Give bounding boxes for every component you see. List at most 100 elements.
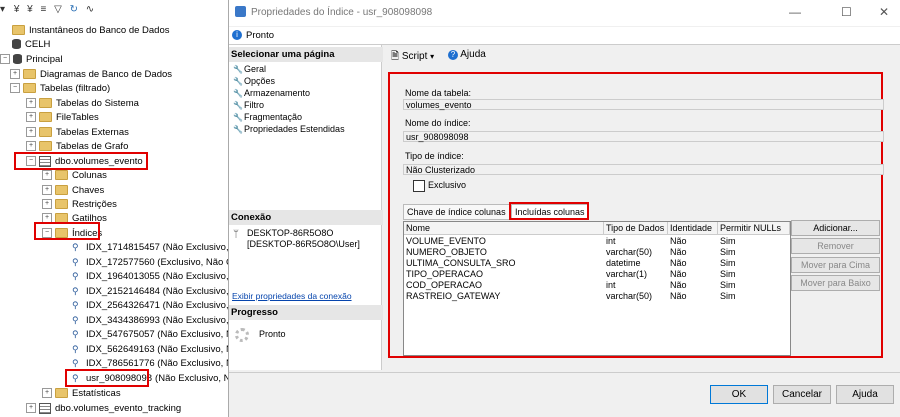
page-item[interactable]: 🔧Armazenamento xyxy=(233,87,310,99)
unique-checkbox[interactable] xyxy=(413,180,425,192)
page-item[interactable]: 🔧Geral xyxy=(233,63,266,75)
expand-icon[interactable]: + xyxy=(26,98,36,109)
tree-node[interactable]: − Tabelas (filtrado) xyxy=(10,82,110,96)
expand-icon[interactable]: + xyxy=(42,388,52,399)
page-item[interactable]: 🔧Fragmentação xyxy=(233,111,302,123)
tree-node-label: Diagramas de Banco de Dados xyxy=(40,69,173,80)
index-icon: ⚲ xyxy=(72,242,79,253)
tree-node-label: IDX_1714815457 (Não Exclusivo, N xyxy=(86,242,239,253)
tab-key-columns[interactable]: Chave de índice colunas xyxy=(403,204,510,220)
disconnect-all-icon[interactable]: ¥ xyxy=(27,4,33,15)
expand-icon[interactable]: + xyxy=(42,199,52,210)
move-down-button[interactable]: Mover para Baixo xyxy=(791,275,880,291)
tree-node[interactable]: + FileTables xyxy=(26,111,99,125)
cancel-button[interactable]: Cancelar xyxy=(773,385,831,404)
tree-node[interactable]: ⚲ IDX_1964013055 (Não Exclusivo, N xyxy=(72,270,238,284)
tree-node[interactable]: ⚲ IDX_1714815457 (Não Exclusivo, N xyxy=(72,241,238,255)
tree-node-label: IDX_2152146484 (Não Exclusivo, N xyxy=(86,286,239,297)
table-cell: int xyxy=(606,236,616,246)
tree-node-label: Estatísticas xyxy=(72,388,121,399)
move-up-button[interactable]: Mover para Cima xyxy=(791,257,880,273)
page-label: Opções xyxy=(244,76,276,86)
close-icon[interactable]: ✕ xyxy=(879,5,889,19)
tree-node[interactable]: + dbo.volumes_evento_tracking xyxy=(26,402,181,416)
folder-icon xyxy=(39,112,52,123)
highlight-included-tab xyxy=(509,202,589,220)
tree-node[interactable]: + Tabelas Externas xyxy=(26,126,129,140)
table-row[interactable]: NUMERO_OBJETO varchar(50) Não Sim xyxy=(404,247,790,258)
disconnect-icon[interactable]: ¥ xyxy=(14,4,20,15)
expand-icon[interactable]: + xyxy=(26,403,36,414)
activity-monitor-icon[interactable]: ∿ xyxy=(86,4,94,15)
expand-icon[interactable]: + xyxy=(26,112,36,123)
tree-node[interactable]: ⚲ IDX_3434386993 (Não Exclusivo, N xyxy=(72,314,238,328)
tree-node[interactable]: + Estatísticas xyxy=(42,387,121,401)
expand-icon[interactable]: + xyxy=(42,185,52,196)
tree-node[interactable]: + Restrições xyxy=(42,198,117,212)
progress-spinner-icon xyxy=(235,328,249,342)
page-label: Fragmentação xyxy=(244,112,303,122)
remove-button[interactable]: Remover xyxy=(791,238,880,254)
tree-node-label: Tabelas (filtrado) xyxy=(40,83,111,94)
table-cell: Sim xyxy=(720,280,736,290)
tree-node[interactable]: ⚲ IDX_547675057 (Não Exclusivo, N xyxy=(72,328,233,342)
page-item[interactable]: 🔧Opções xyxy=(233,75,275,87)
expand-icon[interactable]: + xyxy=(26,141,36,152)
table-row[interactable]: VOLUME_EVENTO int Não Sim xyxy=(404,236,790,247)
explorer-toolbar: ▾ ¥ ¥ ≡ ▽ ↻ ∿ xyxy=(0,4,94,18)
page-item[interactable]: 🔧Propriedades Estendidas xyxy=(233,123,345,135)
table-cell: VOLUME_EVENTO xyxy=(406,236,486,246)
table-row[interactable]: RASTREIO_GATEWAY varchar(50) Não Sim xyxy=(404,291,790,302)
column-header-identity[interactable]: Identidade xyxy=(668,222,718,235)
help-button[interactable]: Ajuda xyxy=(836,385,894,404)
tree-node[interactable]: + Chaves xyxy=(42,184,104,198)
index-name-label: Nome do índice: xyxy=(405,118,471,128)
tree-node[interactable]: ⚲ IDX_172577560 (Exclusivo, Não Cl xyxy=(72,256,235,270)
tree-node-label: Chaves xyxy=(72,185,105,196)
tree-node[interactable]: CELH xyxy=(12,38,50,52)
column-header-type[interactable]: Tipo de Dados xyxy=(604,222,668,235)
stop-icon[interactable]: ≡ xyxy=(41,4,47,15)
tree-node[interactable]: − Principal xyxy=(0,53,62,67)
connect-icon[interactable]: ▾ xyxy=(0,4,5,15)
folder-icon xyxy=(39,127,52,138)
help-icon: ? xyxy=(448,50,458,60)
script-label: Script xyxy=(401,51,428,62)
collapse-icon[interactable]: − xyxy=(0,54,10,65)
tree-node[interactable]: + Tabelas do Sistema xyxy=(26,97,139,111)
tree-node[interactable]: ⚲ IDX_2564326471 (Não Exclusivo, N xyxy=(72,299,238,313)
collapse-icon[interactable]: − xyxy=(10,83,20,94)
tree-node[interactable]: ⚲ IDX_562649163 (Não Exclusivo, N xyxy=(72,343,233,357)
tree-node[interactable]: ⚲ IDX_2152146484 (Não Exclusivo, N xyxy=(72,285,238,299)
table-cell: Não xyxy=(670,247,687,257)
expand-icon[interactable]: + xyxy=(10,69,20,80)
connection-properties-link[interactable]: Exibir propriedades da conexão xyxy=(232,291,352,301)
ok-button[interactable]: OK xyxy=(710,385,768,404)
table-row[interactable]: TIPO_OPERACAO varchar(1) Não Sim xyxy=(404,269,790,280)
index-icon: ⚲ xyxy=(72,315,79,326)
expand-icon[interactable]: + xyxy=(42,170,52,181)
column-header-name[interactable]: Nome xyxy=(404,222,604,235)
tree-node[interactable]: + Diagramas de Banco de Dados xyxy=(10,68,172,82)
expand-icon[interactable]: + xyxy=(26,127,36,138)
help-toolbar-button[interactable]: ? Ajuda xyxy=(448,49,486,60)
progress-header: Progresso xyxy=(229,305,383,320)
refresh-icon[interactable]: ↻ xyxy=(70,4,78,15)
folder-icon xyxy=(39,98,52,109)
tree-node[interactable]: Instantâneos do Banco de Dados xyxy=(12,24,170,38)
column-header-nulls[interactable]: Permitir NULLs xyxy=(718,222,790,235)
table-cell: Sim xyxy=(720,291,736,301)
tree-node[interactable]: + Colunas xyxy=(42,169,107,183)
minimize-icon[interactable]: — xyxy=(789,5,801,19)
highlight-index xyxy=(65,369,149,387)
maximize-icon[interactable]: ☐ xyxy=(841,5,852,19)
script-button[interactable]: 🗎 Script ▾ xyxy=(391,49,434,66)
page-item[interactable]: 🔧Filtro xyxy=(233,99,264,111)
table-row[interactable]: COD_OPERACAO int Não Sim xyxy=(404,280,790,291)
filter-icon[interactable]: ▽ xyxy=(54,4,62,15)
tree-node-label: CELH xyxy=(25,39,51,50)
index-icon: ⚲ xyxy=(72,257,79,268)
add-button[interactable]: Adicionar... xyxy=(791,220,880,236)
table-row[interactable]: ULTIMA_CONSULTA_SRO datetime Não Sim xyxy=(404,258,790,269)
page-selector-pane: Selecionar uma página 🔧Geral 🔧Opções 🔧Arma… xyxy=(229,45,383,370)
